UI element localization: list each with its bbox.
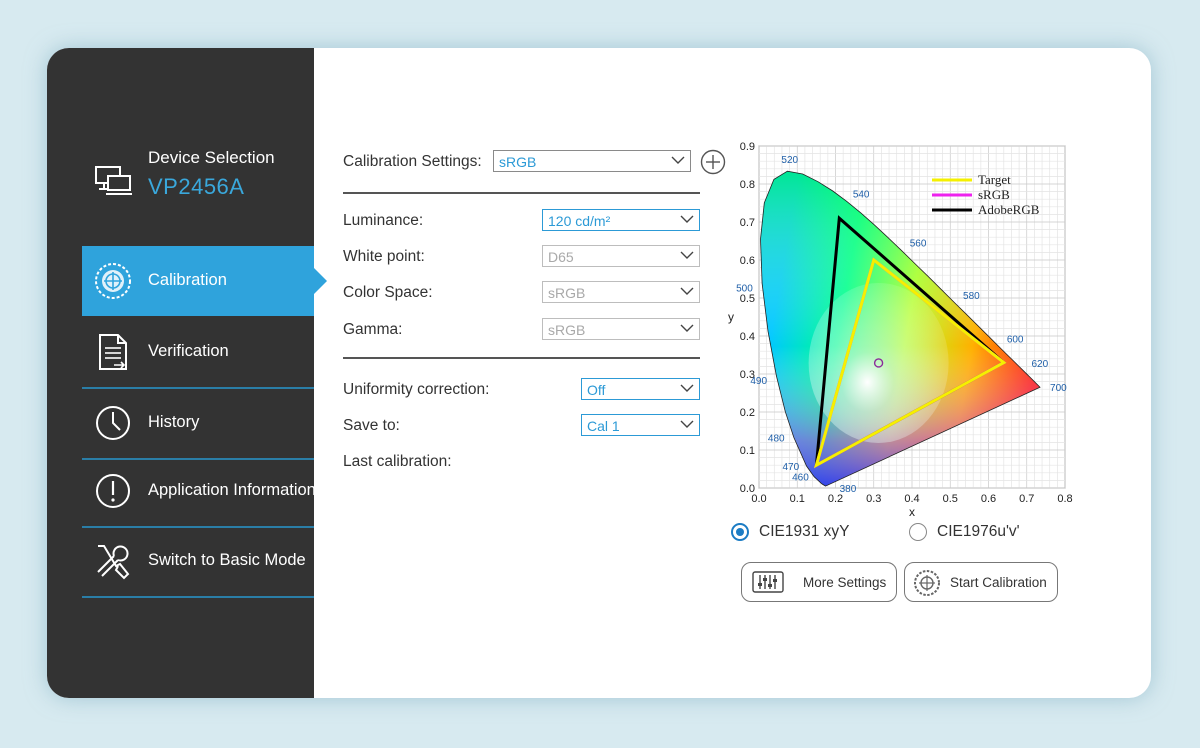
active-item-pointer <box>314 268 327 294</box>
uniformity-correction-value: Off <box>587 382 606 398</box>
chevron-down-icon <box>680 251 694 259</box>
calibration-settings-value: sRGB <box>499 154 537 170</box>
clock-icon <box>96 406 130 440</box>
gamma-label: Gamma: <box>343 321 403 338</box>
save-to-select[interactable]: Cal 1 <box>581 414 700 436</box>
radio-label: CIE1931 xyY <box>759 523 850 540</box>
app-window: Device Selection VP2456A Calibration Ver… <box>47 48 1151 698</box>
y-tick-label: 0.7 <box>740 217 755 229</box>
sidebar-item-verification[interactable]: Verification <box>82 317 314 389</box>
wavelength-label: 700 <box>1050 383 1067 394</box>
y-axis-label: y <box>728 310 734 324</box>
white-point-value: D65 <box>548 249 574 265</box>
wavelength-label: 580 <box>963 291 980 302</box>
x-tick-label: 0.1 <box>790 493 805 505</box>
sidebar: Device Selection VP2456A Calibration Ver… <box>47 48 316 698</box>
chevron-down-icon <box>680 287 694 295</box>
sidebar-item-history[interactable]: History <box>82 388 314 460</box>
calibration-settings-label: Calibration Settings: <box>343 153 482 170</box>
wavelength-label: 500 <box>736 283 753 294</box>
luminance-label: Luminance: <box>343 212 424 229</box>
sliders-icon <box>752 571 784 593</box>
y-tick-label: 0.9 <box>740 141 755 153</box>
wavelength-label: 560 <box>910 239 927 250</box>
x-tick-label: 0.4 <box>904 493 919 505</box>
sidebar-item-calibration[interactable]: Calibration <box>82 246 314 316</box>
info-exclamation-icon <box>96 474 130 508</box>
more-settings-label: More Settings <box>803 575 887 590</box>
calibration-target-icon <box>95 263 131 299</box>
legend-label: AdobeRGB <box>978 202 1040 217</box>
chevron-down-icon <box>680 215 694 223</box>
sidebar-item-label: History <box>148 413 200 431</box>
last-calibration-label: Last calibration: <box>343 453 452 470</box>
color-space-value: sRGB <box>548 285 586 301</box>
color-space-select[interactable]: sRGB <box>542 281 700 303</box>
legend-label: sRGB <box>978 187 1010 202</box>
wrench-screwdriver-icon <box>97 545 130 580</box>
wavelength-label: 540 <box>853 189 870 200</box>
calibration-target-icon <box>914 570 940 596</box>
sidebar-item-label: Switch to Basic Mode <box>148 551 306 569</box>
chevron-down-icon <box>680 324 694 332</box>
sidebar-item-label: Application Information <box>148 481 316 499</box>
settings-panel: Calibration Settings: sRGB Luminance: 12… <box>343 48 726 698</box>
legend-label: Target <box>978 172 1011 187</box>
y-tick-label: 0.6 <box>740 255 755 267</box>
uniformity-correction-label: Uniformity correction: <box>343 381 490 398</box>
wavelength-label: 490 <box>750 376 767 387</box>
divider <box>343 192 700 194</box>
white-point-select[interactable]: D65 <box>542 245 700 267</box>
sidebar-item-label: Verification <box>148 342 229 360</box>
monitor-icon <box>95 166 132 195</box>
luminance-select[interactable]: 120 cd/m² <box>542 209 700 231</box>
calibration-settings-select[interactable]: sRGB <box>493 150 691 172</box>
x-tick-label: 0.5 <box>943 493 958 505</box>
y-tick-label: 0.0 <box>740 483 755 495</box>
radio-selected-icon <box>731 523 749 541</box>
sidebar-item-application-information[interactable]: Application Information <box>82 456 316 528</box>
wavelength-label: 480 <box>768 434 785 445</box>
wavelength-label: 460 <box>792 473 809 484</box>
radio-label: CIE1976u'v' <box>937 523 1020 540</box>
y-tick-label: 0.4 <box>740 331 755 343</box>
y-tick-label: 0.1 <box>740 445 755 457</box>
x-tick-label: 0.8 <box>1057 493 1072 505</box>
start-calibration-label: Start Calibration <box>950 575 1047 590</box>
more-settings-button[interactable]: More Settings <box>741 562 897 602</box>
chevron-down-icon <box>680 420 694 428</box>
luminance-value: 120 cd/m² <box>548 213 611 229</box>
gamma-select[interactable]: sRGB <box>542 318 700 340</box>
document-check-icon <box>99 334 127 370</box>
wavelength-label: 520 <box>781 155 798 166</box>
device-selection-title: Device Selection <box>148 148 275 167</box>
wavelength-label: 380 <box>840 484 857 495</box>
y-tick-label: 0.5 <box>740 293 755 305</box>
cie-chromaticity-chart: 0.0 0.1 0.2 0.3 0.4 0.5 0.6 0.7 0.80.00.10.20.30… <box>728 141 1073 519</box>
gamma-value: sRGB <box>548 322 586 338</box>
wavelength-label: 620 <box>1031 359 1048 370</box>
device-model: VP2456A <box>148 174 245 199</box>
start-calibration-button[interactable]: Start Calibration <box>904 562 1058 602</box>
x-tick-label: 0.7 <box>1019 493 1034 505</box>
x-tick-label: 0.3 <box>866 493 881 505</box>
color-space-label: Color Space: <box>343 284 433 301</box>
uniformity-correction-select[interactable]: Off <box>581 378 700 400</box>
sidebar-item-label: Calibration <box>148 271 227 289</box>
x-tick-label: 0.6 <box>981 493 996 505</box>
y-tick-label: 0.8 <box>740 179 755 191</box>
x-axis-label: x <box>909 505 915 519</box>
radio-unselected-icon <box>909 523 927 541</box>
save-to-label: Save to: <box>343 417 400 434</box>
chevron-down-icon <box>680 384 694 392</box>
sidebar-item-switch-basic-mode[interactable]: Switch to Basic Mode <box>82 526 314 598</box>
white-point-label: White point: <box>343 248 425 265</box>
wavelength-label: 600 <box>1007 334 1024 345</box>
wavelength-label: 470 <box>782 462 799 473</box>
save-to-value: Cal 1 <box>587 418 620 434</box>
y-tick-label: 0.2 <box>740 407 755 419</box>
device-selection[interactable]: Device Selection VP2456A <box>95 148 314 208</box>
chevron-down-icon <box>671 156 685 164</box>
divider <box>343 357 700 359</box>
